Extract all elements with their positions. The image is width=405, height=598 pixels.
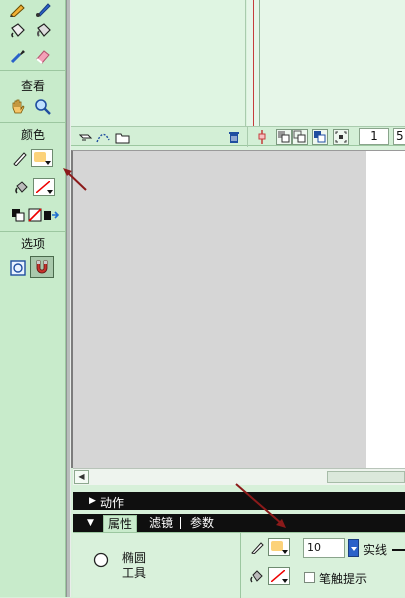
stroke-size-field[interactable]: 10 xyxy=(303,538,345,558)
stroke-size-dropdown[interactable] xyxy=(348,539,359,557)
swap-colors-icon[interactable] xyxy=(41,205,61,225)
pencil-icon[interactable] xyxy=(8,0,28,20)
delete-layer-icon[interactable] xyxy=(227,130,241,144)
zoom-icon[interactable] xyxy=(33,97,53,117)
fill-bucket-icon xyxy=(250,570,263,583)
stroke-color-button[interactable] xyxy=(268,538,290,556)
frame-rate-field[interactable]: 5 xyxy=(393,128,405,145)
stroke-pencil-icon xyxy=(10,148,30,168)
paint-bucket-icon[interactable] xyxy=(33,20,53,40)
stage-canvas[interactable] xyxy=(366,151,405,468)
stroke-color-swatch[interactable] xyxy=(31,149,53,167)
fill-color-swatch[interactable] xyxy=(33,178,55,196)
properties-panel-header: ▼ 属性 滤镜 参数 xyxy=(73,514,405,532)
tab-properties[interactable]: 属性 xyxy=(103,515,138,532)
actions-panel-header[interactable]: ▶ 动作 xyxy=(73,492,405,510)
insert-folder-icon[interactable] xyxy=(115,130,130,144)
hand-icon[interactable] xyxy=(8,97,28,117)
brush-icon[interactable] xyxy=(33,0,53,20)
center-frame-icon[interactable] xyxy=(255,130,269,144)
add-motion-guide-icon[interactable] xyxy=(95,130,110,144)
tab-divider xyxy=(180,517,181,529)
stage-pasteboard[interactable] xyxy=(71,150,405,468)
dropdown-arrow-icon xyxy=(45,161,51,165)
actions-panel-title: 动作 xyxy=(100,496,125,510)
oval-tool-icon xyxy=(93,552,109,568)
onion-skin-outlines-icon[interactable] xyxy=(292,129,308,145)
toolbar-separator xyxy=(0,231,66,232)
stroke-pencil-icon xyxy=(251,542,264,554)
color-section-title: 颜色 xyxy=(20,128,45,142)
horizontal-scrollbar[interactable]: ◀ xyxy=(73,468,405,485)
current-frame-field[interactable]: 1 xyxy=(359,128,389,145)
onion-skin-icon[interactable] xyxy=(276,129,292,145)
timeline-controls: 1 5 xyxy=(71,126,405,147)
stroke-fill-settings: 10 实线 笔触提示 xyxy=(242,533,405,598)
scroll-left-icon[interactable]: ◀ xyxy=(74,470,89,484)
tab-parameters[interactable]: 参数 xyxy=(186,515,218,532)
stroke-style-preview xyxy=(392,549,405,551)
edit-multiple-frames-icon[interactable] xyxy=(312,129,328,145)
scroll-thumb[interactable] xyxy=(327,471,405,483)
pane-divider xyxy=(247,127,248,147)
toolbar-separator xyxy=(0,70,66,71)
collapse-triangle-icon[interactable]: ▼ xyxy=(87,518,94,528)
eraser-icon[interactable] xyxy=(33,46,53,66)
ink-bottle-icon[interactable] xyxy=(8,20,28,40)
insert-layer-icon[interactable] xyxy=(78,130,93,144)
object-drawing-icon[interactable] xyxy=(8,258,28,278)
layers-pane xyxy=(71,0,246,126)
frame-grid-line xyxy=(259,0,260,126)
fill-bucket-icon xyxy=(12,177,32,197)
expand-triangle-icon: ▶ xyxy=(89,496,96,506)
playhead-line xyxy=(253,0,254,126)
tab-filters[interactable]: 滤镜 xyxy=(145,515,177,532)
properties-panel: 椭圆 工具 10 实线 笔触提示 xyxy=(73,532,405,598)
modify-onion-markers-icon[interactable] xyxy=(333,129,349,145)
stroke-hints-label: 笔触提示 xyxy=(319,572,368,586)
stroke-style-value[interactable]: 实线 xyxy=(363,541,387,558)
dropdown-arrow-icon xyxy=(282,550,288,554)
tools-panel: 查看 颜色 选项 xyxy=(0,0,66,597)
dropdown-arrow-icon xyxy=(282,579,288,583)
toolbar-separator xyxy=(0,122,66,123)
dropdown-arrow-icon xyxy=(47,190,53,194)
timeline-panel: 1 5 xyxy=(71,0,405,150)
fill-color-button[interactable] xyxy=(268,567,290,585)
eyedropper-icon[interactable] xyxy=(8,46,28,66)
snap-magnet-icon[interactable] xyxy=(30,256,54,278)
view-section-title: 查看 xyxy=(20,79,45,93)
options-section-title: 选项 xyxy=(20,237,45,251)
tool-info: 椭圆 工具 xyxy=(73,533,241,598)
frames-pane[interactable] xyxy=(247,0,405,126)
tool-name-line2: 工具 xyxy=(122,566,147,580)
stroke-hints-checkbox[interactable] xyxy=(304,572,315,583)
